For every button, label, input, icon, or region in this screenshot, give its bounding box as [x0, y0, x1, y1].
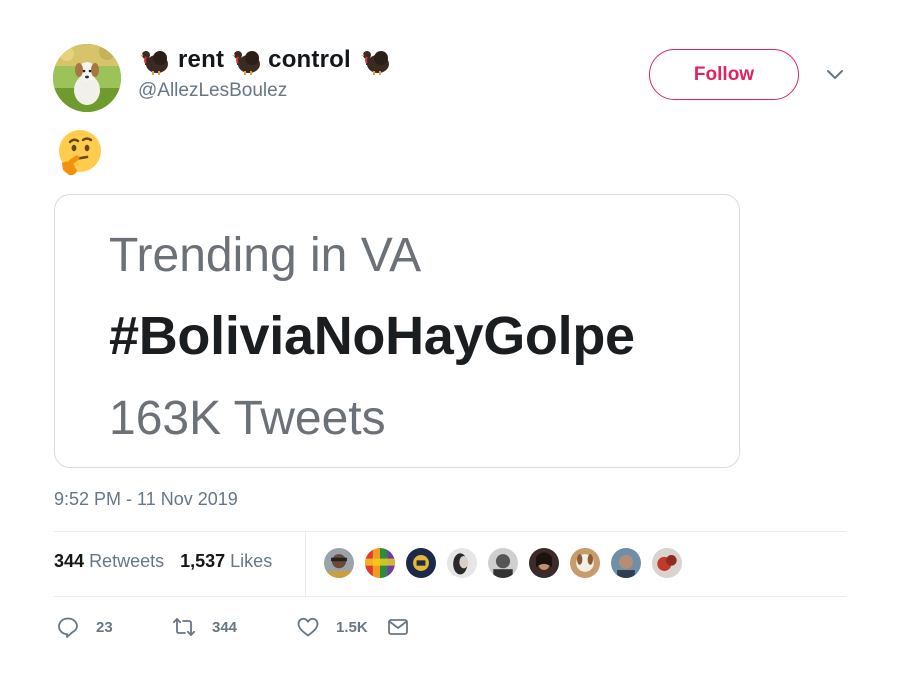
- likes-count: 1,537: [180, 551, 226, 571]
- liker-avatars: [322, 546, 691, 580]
- divider: [305, 532, 306, 596]
- liker-avatar[interactable]: [650, 546, 684, 580]
- envelope-icon: [388, 619, 408, 635]
- tweet-timestamp[interactable]: 9:52 PM - 11 Nov 2019: [54, 489, 238, 510]
- tweet-actions: 23 344 1.5K: [56, 615, 426, 639]
- display-name-part2: control: [268, 46, 351, 73]
- reply-button[interactable]: 23: [56, 615, 172, 639]
- display-name-part1: rent: [178, 46, 225, 73]
- turkey-icon: [140, 51, 168, 75]
- tweet: rent control @AllezLesBoulez Follow Tren…: [0, 0, 899, 680]
- heart-icon: [297, 617, 319, 637]
- trending-location: Trending in VA: [109, 229, 422, 282]
- follow-button[interactable]: Follow: [649, 49, 799, 100]
- liker-avatar[interactable]: [404, 546, 438, 580]
- retweets-count: 344: [54, 551, 85, 571]
- divider: [54, 596, 846, 597]
- liker-avatar[interactable]: [363, 546, 397, 580]
- retweet-icon: [172, 618, 196, 636]
- liker-avatar[interactable]: [445, 546, 479, 580]
- chevron-down-icon[interactable]: [824, 66, 846, 82]
- like-button[interactable]: 1.5K: [296, 615, 386, 639]
- thinking-face-icon: [59, 130, 101, 176]
- liker-avatar[interactable]: [568, 546, 602, 580]
- user-handle[interactable]: @AllezLesBoulez: [138, 80, 287, 102]
- reply-icon: [58, 617, 78, 638]
- direct-message-button[interactable]: [386, 615, 426, 639]
- divider: [54, 531, 846, 532]
- retweet-button[interactable]: 344: [172, 615, 296, 639]
- liker-avatar[interactable]: [486, 546, 520, 580]
- display-name-row[interactable]: rent control: [138, 43, 391, 77]
- retweets-label: Retweets: [89, 551, 165, 571]
- display-name[interactable]: rent control: [138, 44, 391, 76]
- turkey-icon: [232, 51, 261, 75]
- tweet-image-card[interactable]: Trending in VA #BoliviaNoHayGolpe 163K T…: [54, 194, 740, 468]
- trending-hashtag: #BoliviaNoHayGolpe: [109, 306, 635, 366]
- reply-count: 23: [96, 618, 113, 636]
- liker-avatar[interactable]: [609, 546, 643, 580]
- likes-label: Likes: [230, 551, 273, 571]
- trending-tweet-count: 163K Tweets: [109, 392, 386, 445]
- liker-avatar[interactable]: [322, 546, 356, 580]
- liker-avatar[interactable]: [527, 546, 561, 580]
- turkey-icon: [360, 51, 389, 75]
- tweet-stats: 344 Retweets 1,537 Likes: [54, 551, 272, 572]
- avatar[interactable]: [53, 44, 121, 112]
- retweet-count: 344: [212, 618, 238, 636]
- likes-stat[interactable]: 1,537 Likes: [180, 551, 272, 572]
- like-count: 1.5K: [336, 618, 368, 636]
- retweets-stat[interactable]: 344 Retweets: [54, 551, 164, 572]
